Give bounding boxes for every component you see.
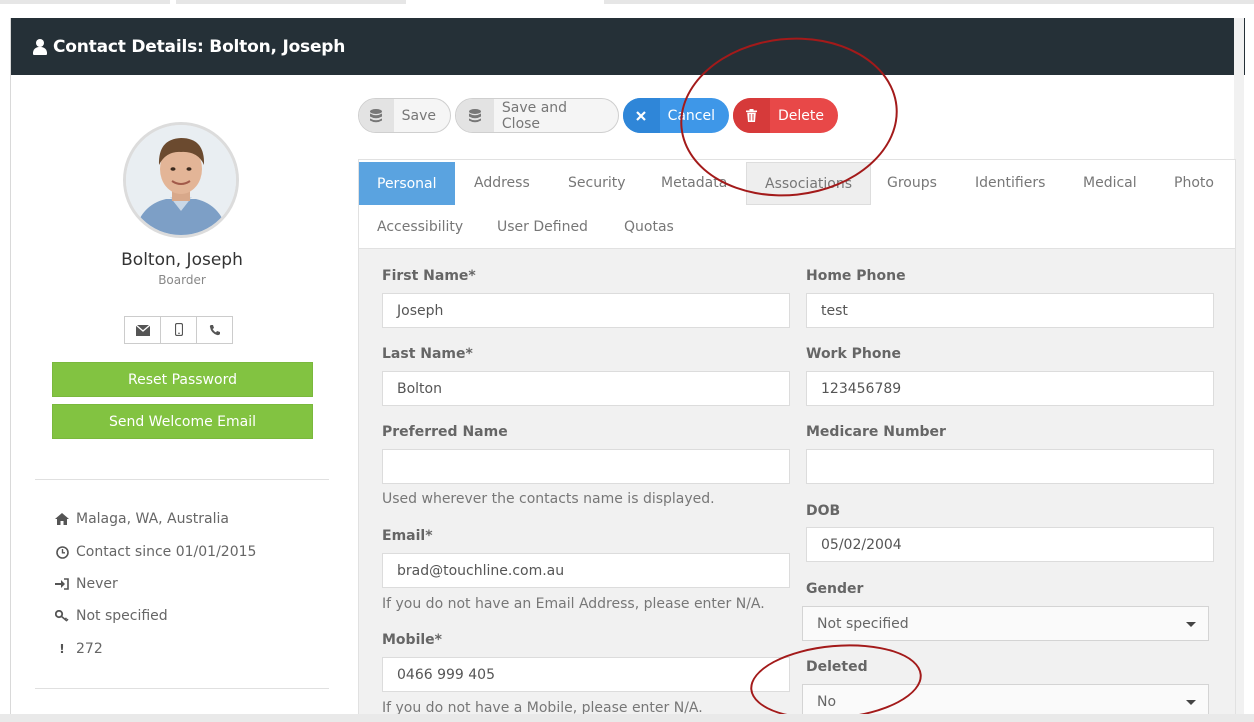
contact-name: Bolton, Joseph	[121, 250, 243, 270]
save-button[interactable]: Save	[358, 98, 451, 133]
tab-security[interactable]: Security	[550, 162, 644, 204]
tab-accessibility[interactable]: Accessibility	[359, 206, 481, 248]
phone-icon	[209, 321, 221, 340]
key-icon	[55, 609, 69, 623]
home-phone-field[interactable]: test	[806, 293, 1214, 328]
window-title: Contact Details: Bolton, Joseph	[53, 36, 346, 57]
tab-quotas[interactable]: Quotas	[606, 206, 692, 248]
avatar	[123, 122, 239, 238]
sign-in-icon	[55, 577, 69, 591]
delete-label: Delete	[778, 107, 824, 124]
info-key-text: Not specified	[76, 608, 168, 624]
info-last-login: Never	[55, 576, 118, 592]
tab-bar: Personal Address Security Metadata Assoc…	[358, 159, 1236, 249]
medicare-label: Medicare Number	[806, 424, 946, 440]
info-location: Malaga, WA, Australia	[55, 511, 229, 527]
window-header: Contact Details: Bolton, Joseph	[11, 18, 1245, 75]
delete-button[interactable]: Delete	[733, 98, 838, 133]
caret-down-icon	[1186, 622, 1196, 627]
save-and-close-button[interactable]: Save and Close	[455, 98, 619, 133]
tab-personal[interactable]: Personal	[359, 162, 455, 205]
clock-icon	[55, 545, 69, 559]
tab-medical[interactable]: Medical	[1065, 162, 1155, 204]
tab-identifiers[interactable]: Identifiers	[957, 162, 1063, 204]
browser-tab	[0, 0, 170, 4]
horizontal-scrollbar[interactable]	[0, 714, 1254, 722]
dob-label: DOB	[806, 503, 841, 519]
cancel-label: Cancel	[667, 107, 715, 124]
medicare-field[interactable]	[806, 449, 1214, 484]
email-help: If you do not have an Email Address, ple…	[382, 596, 765, 612]
divider	[35, 688, 329, 689]
tab-photo[interactable]: Photo	[1156, 162, 1232, 204]
exclamation-icon: !	[59, 642, 65, 656]
last-name-label: Last Name*	[382, 346, 473, 362]
mobile-field[interactable]: 0466 999 405	[382, 657, 790, 692]
tab-metadata[interactable]: Metadata	[643, 162, 745, 204]
contact-role: Boarder	[158, 273, 206, 287]
work-phone-field[interactable]: 123456789	[806, 371, 1214, 406]
send-welcome-email-button[interactable]: Send Welcome Email	[52, 404, 313, 439]
info-location-text: Malaga, WA, Australia	[76, 511, 229, 527]
sms-contact-button[interactable]	[160, 316, 197, 344]
call-contact-button[interactable]	[196, 316, 233, 344]
last-name-field[interactable]: Bolton	[382, 371, 790, 406]
home-phone-label: Home Phone	[806, 268, 906, 284]
personal-form: First Name* Joseph Last Name* Bolton Pre…	[358, 249, 1236, 722]
info-count-text: 272	[76, 641, 103, 657]
gender-select[interactable]: Not specified	[802, 606, 1209, 641]
browser-tab	[176, 0, 406, 4]
trash-icon	[733, 98, 770, 133]
tab-groups[interactable]: Groups	[869, 162, 955, 204]
user-icon	[33, 38, 47, 55]
contact-details-window: Contact Details: Bolton, Joseph Bolton, …	[10, 18, 1245, 722]
info-count: ! 272	[55, 641, 103, 657]
gender-value: Not specified	[817, 615, 909, 632]
preferred-name-help: Used wherever the contacts name is displ…	[382, 491, 715, 507]
info-last-login-text: Never	[76, 576, 118, 592]
close-icon	[623, 98, 660, 133]
preferred-name-field[interactable]	[382, 449, 790, 484]
home-icon	[55, 512, 69, 526]
envelope-icon	[135, 321, 150, 340]
reset-password-button[interactable]: Reset Password	[52, 362, 313, 397]
preferred-name-label: Preferred Name	[382, 424, 508, 440]
cancel-button[interactable]: Cancel	[623, 98, 729, 133]
mobile-label: Mobile*	[382, 632, 442, 648]
browser-tab	[604, 0, 1254, 4]
top-strip	[0, 0, 1254, 18]
tab-address[interactable]: Address	[456, 162, 548, 204]
save-and-close-label: Save and Close	[501, 99, 568, 132]
info-contact-since-text: Contact since 01/01/2015	[76, 544, 257, 560]
database-icon	[456, 99, 494, 132]
tab-associations[interactable]: Associations	[746, 162, 872, 205]
divider	[35, 479, 329, 480]
email-field[interactable]: brad@touchline.com.au	[382, 553, 790, 588]
contact-actions	[124, 316, 233, 344]
work-phone-label: Work Phone	[806, 346, 901, 362]
info-contact-since: Contact since 01/01/2015	[55, 544, 256, 560]
mobile-icon	[174, 321, 183, 340]
email-label: Email*	[382, 528, 433, 544]
gender-label: Gender	[806, 581, 864, 597]
info-key: Not specified	[55, 608, 168, 624]
database-icon	[359, 99, 394, 132]
tab-user-defined[interactable]: User Defined	[479, 206, 606, 248]
deleted-label: Deleted	[806, 659, 868, 675]
first-name-field[interactable]: Joseph	[382, 293, 790, 328]
deleted-value: No	[817, 693, 837, 710]
dob-field[interactable]: 05/02/2004	[806, 527, 1214, 562]
email-contact-button[interactable]	[124, 316, 161, 344]
first-name-label: First Name*	[382, 268, 476, 284]
save-label: Save	[401, 107, 436, 124]
caret-down-icon	[1186, 700, 1196, 705]
